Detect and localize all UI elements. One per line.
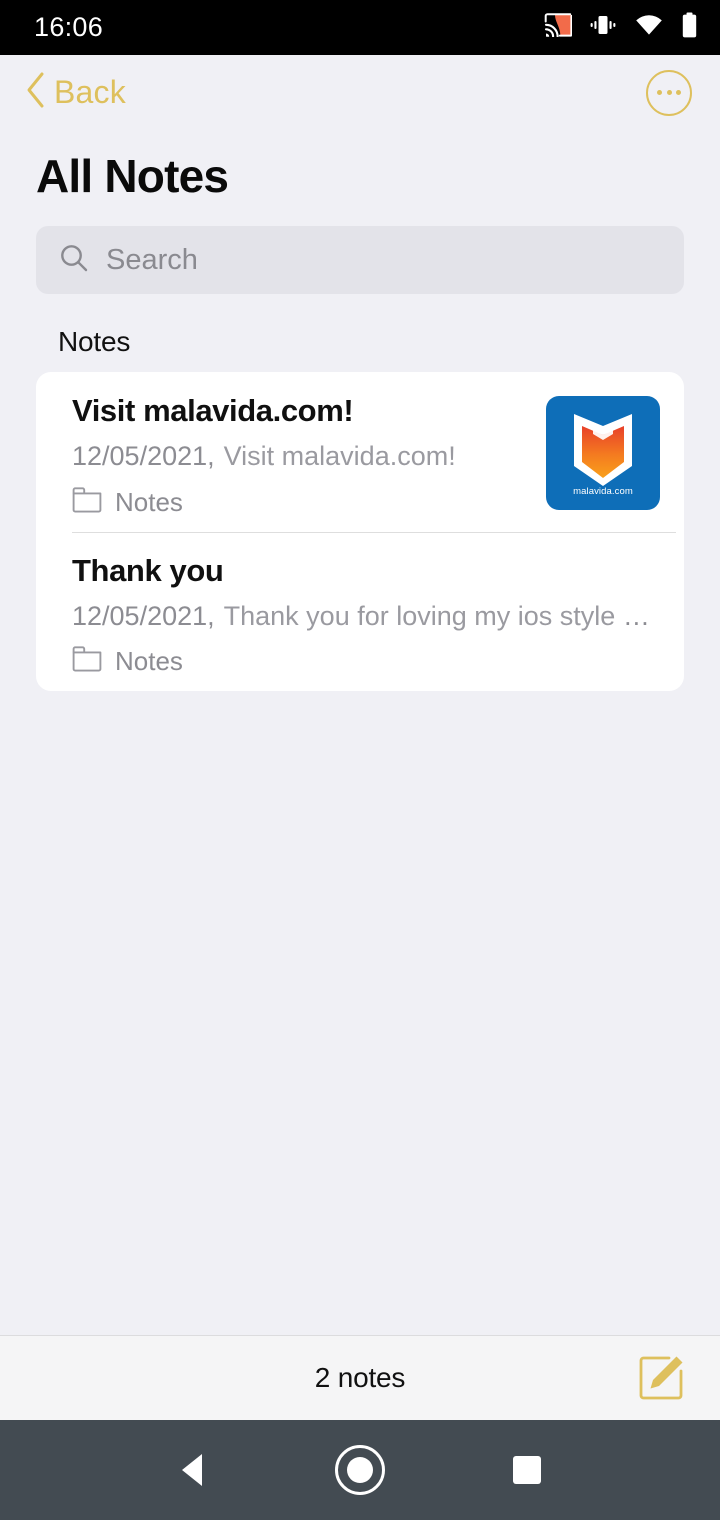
status-time: 16:06 xyxy=(34,12,103,43)
back-button-label: Back xyxy=(54,74,126,111)
notes-app-screen: 16:06 xyxy=(0,0,720,1520)
search-icon xyxy=(58,242,90,279)
back-button[interactable]: Back xyxy=(24,70,126,115)
content-spacer xyxy=(0,691,720,1335)
search-placeholder: Search xyxy=(106,244,198,277)
search-container: Search xyxy=(0,200,720,294)
vibrate-icon xyxy=(589,13,617,42)
search-input[interactable]: Search xyxy=(36,226,684,294)
malavida-logo-thumbnail: malavida.com xyxy=(546,396,660,510)
more-dot xyxy=(667,90,672,95)
note-date: 12/05/2021, xyxy=(72,601,215,631)
wifi-icon xyxy=(634,13,664,42)
nav-recents-square xyxy=(513,1456,541,1484)
nav-home-dot xyxy=(347,1457,373,1483)
thumbnail-label: malavida.com xyxy=(546,486,660,497)
folder-icon xyxy=(72,487,102,518)
note-folder: Notes xyxy=(72,646,660,677)
folder-icon xyxy=(72,646,102,677)
note-folder-label: Notes xyxy=(115,646,183,677)
nav-back-icon[interactable] xyxy=(163,1440,223,1500)
android-navigation-bar xyxy=(0,1420,720,1520)
cast-icon xyxy=(544,13,572,42)
note-folder: Notes xyxy=(72,487,530,518)
status-icon-group xyxy=(544,12,698,43)
note-text-block: Visit malavida.com! 12/05/2021, Visit mal… xyxy=(72,392,530,518)
compose-note-icon[interactable] xyxy=(634,1351,688,1405)
notes-count-label: 2 notes xyxy=(315,1362,405,1394)
notes-list: Visit malavida.com! 12/05/2021, Visit mal… xyxy=(36,372,684,691)
bottom-toolbar: 2 notes xyxy=(0,1335,720,1420)
note-snippet: Thank you for loving my ios style a... xyxy=(224,601,660,631)
note-folder-label: Notes xyxy=(115,487,183,518)
nav-recents-icon[interactable] xyxy=(497,1440,557,1500)
section-header-notes: Notes xyxy=(0,294,720,372)
note-preview: 12/05/2021, Visit malavida.com! xyxy=(72,440,530,474)
nav-home-ring xyxy=(335,1445,385,1495)
page-title: All Notes xyxy=(0,130,720,200)
row-divider xyxy=(72,532,676,533)
list-item[interactable]: Thank you 12/05/2021, Thank you for lovin… xyxy=(36,532,684,692)
note-snippet: Visit malavida.com! xyxy=(224,441,456,471)
list-item[interactable]: Visit malavida.com! 12/05/2021, Visit mal… xyxy=(36,372,684,532)
status-bar: 16:06 xyxy=(0,0,720,55)
note-preview: 12/05/2021, Thank you for loving my ios s… xyxy=(72,600,660,634)
battery-icon xyxy=(681,12,698,43)
note-title: Thank you xyxy=(72,552,660,591)
nav-home-icon[interactable] xyxy=(330,1440,390,1500)
note-text-block: Thank you 12/05/2021, Thank you for lovin… xyxy=(72,552,660,678)
note-title: Visit malavida.com! xyxy=(72,392,530,431)
more-dot xyxy=(657,90,662,95)
more-options-icon[interactable] xyxy=(646,70,692,116)
chevron-left-icon xyxy=(24,70,48,115)
app-nav-bar: Back xyxy=(0,55,720,130)
more-dot xyxy=(676,90,681,95)
note-date: 12/05/2021, xyxy=(72,441,215,471)
